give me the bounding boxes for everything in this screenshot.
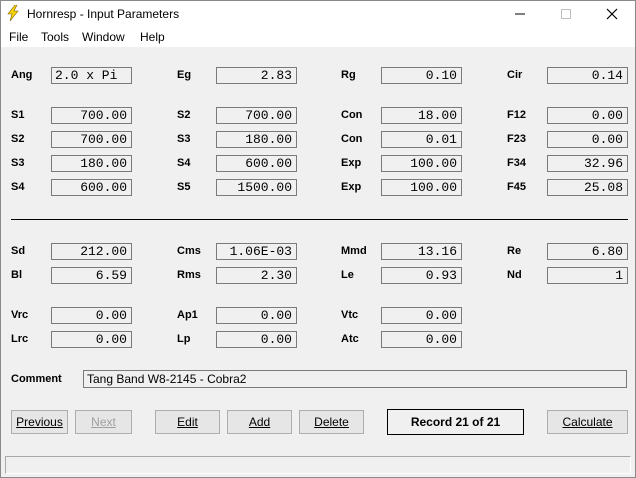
param-label: S5 — [177, 181, 191, 193]
param-label: Exp — [341, 181, 362, 193]
param-label: Bl — [11, 269, 22, 281]
param-field[interactable]: 0.14 — [547, 67, 628, 84]
param-field[interactable]: 0.93 — [381, 267, 462, 284]
param-label: Nd — [507, 269, 522, 281]
param-label: Vrc — [11, 309, 29, 321]
param-field[interactable]: 25.08 — [547, 179, 628, 196]
param-label: Sd — [11, 245, 26, 257]
param-field[interactable]: 700.00 — [51, 131, 132, 148]
param-label: Cms — [177, 245, 201, 257]
maximize-button[interactable] — [543, 1, 589, 27]
minimize-button[interactable] — [497, 1, 543, 27]
param-label: Atc — [341, 333, 359, 345]
param-field[interactable]: 700.00 — [216, 107, 297, 124]
param-field[interactable]: 0.00 — [547, 107, 628, 124]
param-field[interactable]: 0.01 — [381, 131, 462, 148]
section-divider — [11, 219, 628, 220]
comment-label: Comment — [11, 373, 62, 385]
param-field[interactable]: 600.00 — [51, 179, 132, 196]
close-button[interactable] — [589, 1, 635, 27]
param-field[interactable]: 600.00 — [216, 155, 297, 172]
menu-bar: File Tools Window Help — [1, 27, 635, 47]
calculate-button[interactable]: Calculate — [547, 410, 628, 434]
param-label: F23 — [507, 133, 526, 145]
param-field[interactable]: 0.00 — [547, 131, 628, 148]
menu-file[interactable]: File — [9, 30, 28, 44]
close-icon — [606, 8, 618, 20]
minimize-icon — [515, 13, 525, 15]
status-bar — [5, 456, 631, 474]
param-label: S4 — [177, 157, 191, 169]
param-field[interactable]: 6.80 — [547, 243, 628, 260]
param-label: F45 — [507, 181, 526, 193]
param-field[interactable]: 2.83 — [216, 67, 297, 84]
param-field[interactable]: 13.16 — [381, 243, 462, 260]
param-field[interactable]: 6.59 — [51, 267, 132, 284]
param-field[interactable]: 0.00 — [216, 331, 297, 348]
delete-button[interactable]: Delete — [299, 410, 364, 434]
menu-help[interactable]: Help — [140, 30, 165, 44]
menu-window[interactable]: Window — [82, 30, 125, 44]
param-label: F34 — [507, 157, 526, 169]
param-label: S4 — [11, 181, 25, 193]
param-field[interactable]: 100.00 — [381, 179, 462, 196]
param-field[interactable]: 1 — [547, 267, 628, 284]
lightning-icon — [7, 5, 19, 21]
param-label: F12 — [507, 109, 526, 121]
param-field[interactable]: 0.00 — [51, 307, 132, 324]
previous-button[interactable]: Previous — [11, 410, 68, 434]
param-label: S1 — [11, 109, 25, 121]
param-label: Ap1 — [177, 309, 198, 321]
param-label: Lrc — [11, 333, 29, 345]
param-label: Vtc — [341, 309, 359, 321]
param-label: Mmd — [341, 245, 367, 257]
param-label: S2 — [11, 133, 25, 145]
next-button[interactable]: Next — [75, 410, 132, 434]
maximize-icon — [561, 9, 571, 19]
param-field[interactable]: 0.00 — [381, 331, 462, 348]
param-field[interactable]: 2.0 x Pi — [51, 67, 132, 84]
comment-field[interactable]: Tang Band W8-2145 - Cobra2 — [83, 370, 627, 388]
param-field[interactable]: 0.00 — [381, 307, 462, 324]
param-field[interactable]: 100.00 — [381, 155, 462, 172]
title-bar: Hornresp - Input Parameters — [1, 1, 635, 27]
param-field[interactable]: 212.00 — [51, 243, 132, 260]
main-window: Hornresp - Input Parameters File Tools W… — [0, 0, 636, 478]
param-field[interactable]: 1.06E-03 — [216, 243, 297, 260]
param-label: Exp — [341, 157, 362, 169]
param-field[interactable]: 0.00 — [51, 331, 132, 348]
record-indicator: Record 21 of 21 — [387, 409, 524, 435]
param-label: Rg — [341, 69, 356, 81]
param-label: S3 — [177, 133, 191, 145]
param-label: Ang — [11, 69, 33, 81]
param-field[interactable]: 180.00 — [51, 155, 132, 172]
param-label: Eg — [177, 69, 192, 81]
param-label: Rms — [177, 269, 201, 281]
param-label: Cir — [507, 69, 523, 81]
param-field[interactable]: 180.00 — [216, 131, 297, 148]
edit-button[interactable]: Edit — [155, 410, 220, 434]
param-field[interactable]: 18.00 — [381, 107, 462, 124]
window-title: Hornresp - Input Parameters — [27, 7, 180, 21]
menu-tools[interactable]: Tools — [41, 30, 69, 44]
param-field[interactable]: 700.00 — [51, 107, 132, 124]
add-button[interactable]: Add — [227, 410, 292, 434]
param-label: Con — [341, 133, 363, 145]
param-label: S2 — [177, 109, 191, 121]
param-field[interactable]: 0.10 — [381, 67, 462, 84]
param-label: S3 — [11, 157, 25, 169]
param-field[interactable]: 1500.00 — [216, 179, 297, 196]
param-field[interactable]: 0.00 — [216, 307, 297, 324]
param-label: Con — [341, 109, 363, 121]
param-label: Re — [507, 245, 522, 257]
param-label: Le — [341, 269, 354, 281]
param-field[interactable]: 32.96 — [547, 155, 628, 172]
param-label: Lp — [177, 333, 191, 345]
param-field[interactable]: 2.30 — [216, 267, 297, 284]
